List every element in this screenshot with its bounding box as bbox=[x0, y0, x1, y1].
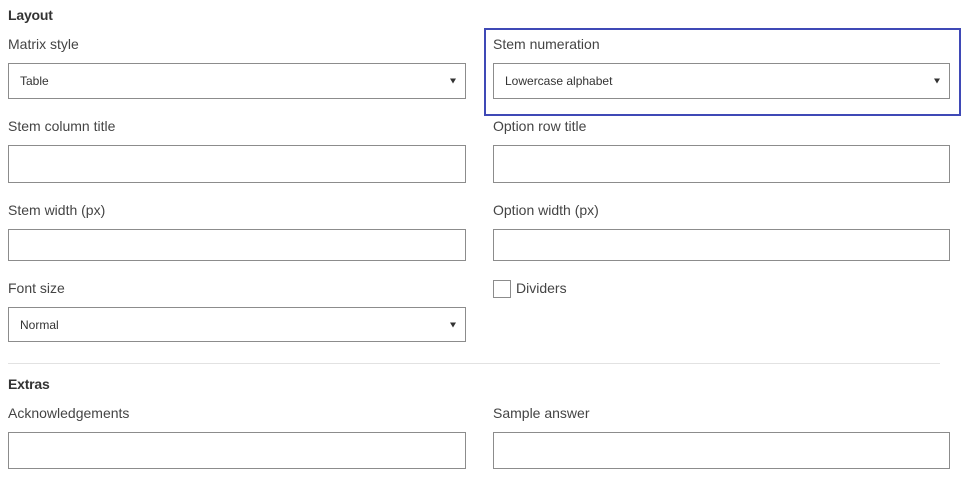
section-divider bbox=[8, 363, 940, 364]
acknowledgements-label: Acknowledgements bbox=[8, 405, 130, 421]
font-size-select[interactable]: Normal bbox=[8, 307, 466, 342]
dividers-label[interactable]: Dividers bbox=[516, 280, 567, 296]
stem-column-title-input[interactable] bbox=[8, 145, 466, 183]
caret-down-icon bbox=[450, 78, 456, 84]
caret-down-icon bbox=[450, 322, 456, 327]
stem-width-input[interactable] bbox=[8, 229, 466, 261]
font-size-label: Font size bbox=[8, 280, 65, 296]
option-row-title-label: Option row title bbox=[493, 118, 587, 134]
option-row-title-input[interactable] bbox=[493, 145, 950, 183]
matrix-style-value: Table bbox=[20, 74, 49, 88]
stem-numeration-label: Stem numeration bbox=[493, 36, 600, 52]
font-size-value: Normal bbox=[20, 317, 59, 332]
acknowledgements-input[interactable] bbox=[8, 432, 466, 469]
sample-answer-label: Sample answer bbox=[493, 405, 590, 421]
sample-answer-input[interactable] bbox=[493, 432, 950, 469]
stem-column-title-label: Stem column title bbox=[8, 118, 116, 134]
option-width-label: Option width (px) bbox=[493, 202, 599, 218]
stem-numeration-value: Lowercase alphabet bbox=[505, 74, 613, 88]
stem-width-label: Stem width (px) bbox=[8, 202, 106, 218]
extras-section-title: Extras bbox=[8, 376, 50, 392]
matrix-style-select[interactable]: Table bbox=[8, 63, 466, 99]
stem-numeration-select[interactable]: Lowercase alphabet bbox=[493, 63, 950, 99]
dividers-checkbox[interactable] bbox=[493, 280, 511, 298]
caret-down-icon bbox=[934, 78, 940, 84]
matrix-style-label: Matrix style bbox=[8, 36, 79, 52]
layout-section-title: Layout bbox=[8, 7, 53, 23]
option-width-input[interactable] bbox=[493, 229, 950, 261]
